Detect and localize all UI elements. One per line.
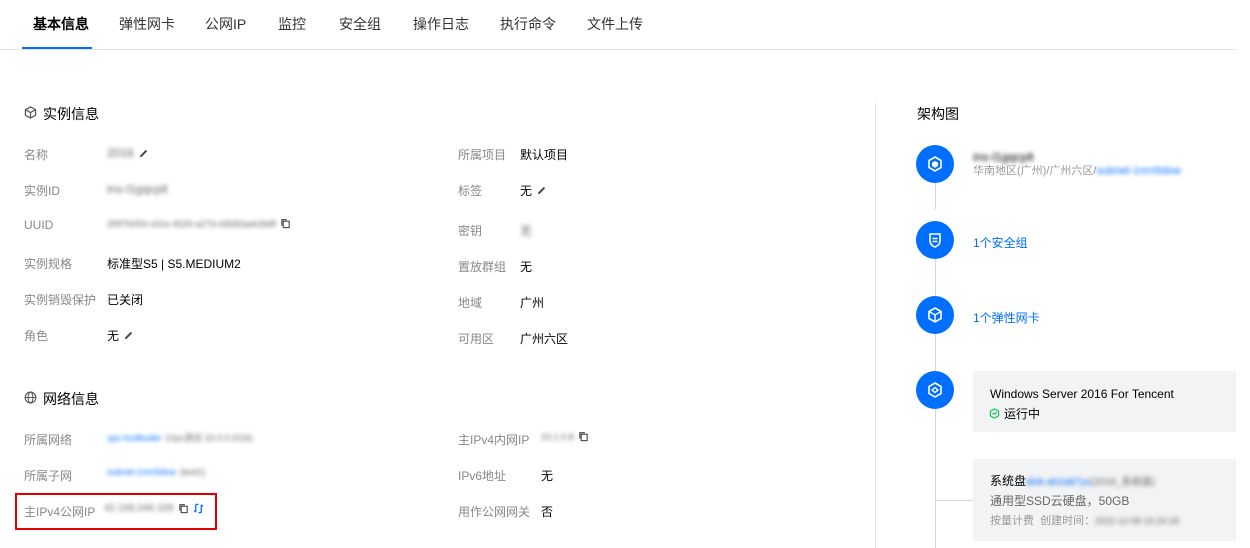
value-instance-id: ins-l1gqcplt	[107, 182, 168, 196]
value-key: 无	[520, 224, 533, 238]
value-vpc: vpc-hcdbuder (Vpc测试 10.0.0.0/16)	[107, 432, 253, 444]
label-ipv6: IPv6地址	[458, 469, 507, 483]
edit-icon[interactable]	[536, 185, 547, 196]
eni-node-icon	[916, 296, 954, 334]
tab-eni[interactable]: 弹性网卡	[119, 14, 175, 34]
globe-icon	[24, 391, 37, 407]
value-role: 无	[107, 327, 134, 344]
value-placement-group: 无	[520, 260, 533, 274]
tab-bar: 基本信息 弹性网卡 公网IP 监控 安全组 操作日志 执行命令 文件上传	[0, 0, 1236, 50]
connector-line	[935, 500, 973, 501]
value-destroy-protection: 已关闭	[107, 293, 144, 307]
value-private-ip: 10.1.0.8	[541, 431, 589, 442]
label-destroy-protection: 实例销毁保护	[24, 293, 97, 307]
tab-public-ip[interactable]: 公网IP	[205, 14, 246, 34]
disk-billing: 按量计费 创建时间：2022-12-08 16:24:18	[990, 515, 1179, 527]
instance-node-icon	[916, 145, 954, 183]
edit-icon[interactable]	[138, 148, 149, 159]
disk-card: 系统盘disk-ah2a87ys(2016_系统盘) 通用型SSD云硬盘，50G…	[973, 459, 1236, 541]
label-spec: 实例规格	[24, 257, 73, 271]
tab-execute-command[interactable]: 执行命令	[500, 14, 556, 34]
os-card: Windows Server 2016 For Tencent 运行中	[973, 371, 1236, 432]
value-project: 默认项目	[520, 148, 569, 162]
label-zone: 可用区	[458, 332, 495, 346]
disk-title: 系统盘disk-ah2a87ys(2016_系统盘)	[990, 474, 1155, 488]
value-spec: 标准型S5 | S5.MEDIUM2	[107, 257, 241, 271]
tab-file-upload[interactable]: 文件上传	[587, 14, 643, 34]
tab-basic-info[interactable]: 基本信息	[33, 14, 89, 34]
label-subnet: 所属子网	[24, 469, 73, 483]
connector-line	[935, 183, 936, 209]
connector-line	[935, 334, 936, 371]
label-vpc: 所属网络	[24, 433, 73, 447]
label-instance-id: 实例ID	[24, 184, 61, 198]
connector-line	[935, 258, 936, 296]
value-subnet: subnet-1nrn5dxw (test1)	[107, 467, 206, 477]
label-region: 地域	[458, 296, 483, 310]
network-info-heading: 网络信息	[24, 389, 99, 409]
disk-type: 通用型SSD云硬盘，50GB	[990, 494, 1130, 508]
instance-info-heading: 实例信息	[24, 104, 99, 124]
public-ip-highlight	[15, 493, 217, 530]
os-node-icon	[916, 371, 954, 409]
running-status-icon	[989, 408, 1000, 419]
label-name: 名称	[24, 148, 49, 162]
arch-eni-link[interactable]: 1个弹性网卡	[973, 309, 1040, 326]
os-name: Windows Server 2016 For Tencent	[990, 387, 1174, 401]
edit-icon[interactable]	[123, 330, 134, 341]
tab-security-group[interactable]: 安全组	[339, 14, 381, 34]
tab-monitor[interactable]: 监控	[278, 14, 306, 34]
arch-region-label: 华南地区(广州)/广州六区/subnet-1nrn5dxw	[973, 165, 1181, 177]
copy-icon[interactable]	[578, 431, 589, 442]
label-tags: 标签	[458, 184, 483, 198]
arch-security-group-link[interactable]: 1个安全组	[973, 234, 1028, 251]
label-project: 所属项目	[458, 148, 507, 162]
label-uuid: UUID	[24, 218, 54, 232]
panel-divider	[875, 103, 876, 548]
value-tags: 无	[520, 182, 547, 199]
value-public-gateway: 否	[541, 505, 554, 519]
label-role: 角色	[24, 329, 49, 343]
value-zone: 广州六区	[520, 332, 569, 346]
label-key: 密钥	[458, 224, 483, 238]
value-ipv6: 无	[541, 469, 554, 483]
label-private-ip: 主IPv4内网IP	[458, 433, 530, 447]
architecture-title: 架构图	[917, 106, 959, 122]
status-badge: 运行中	[989, 405, 1040, 422]
cube-icon	[24, 106, 37, 122]
security-group-node-icon	[916, 221, 954, 259]
value-region: 广州	[520, 296, 545, 310]
label-placement-group: 置放群组	[458, 260, 507, 274]
value-uuid: 2f9f7b054-c61e-4526-a27d-d3b82aeb3b8f	[107, 218, 291, 229]
active-tab-indicator	[22, 47, 92, 49]
tab-operation-log[interactable]: 操作日志	[413, 14, 469, 34]
copy-icon[interactable]	[280, 218, 291, 229]
value-name: 2016	[107, 146, 149, 160]
connector-line	[935, 409, 936, 548]
label-public-gateway: 用作公网网关	[458, 505, 531, 519]
